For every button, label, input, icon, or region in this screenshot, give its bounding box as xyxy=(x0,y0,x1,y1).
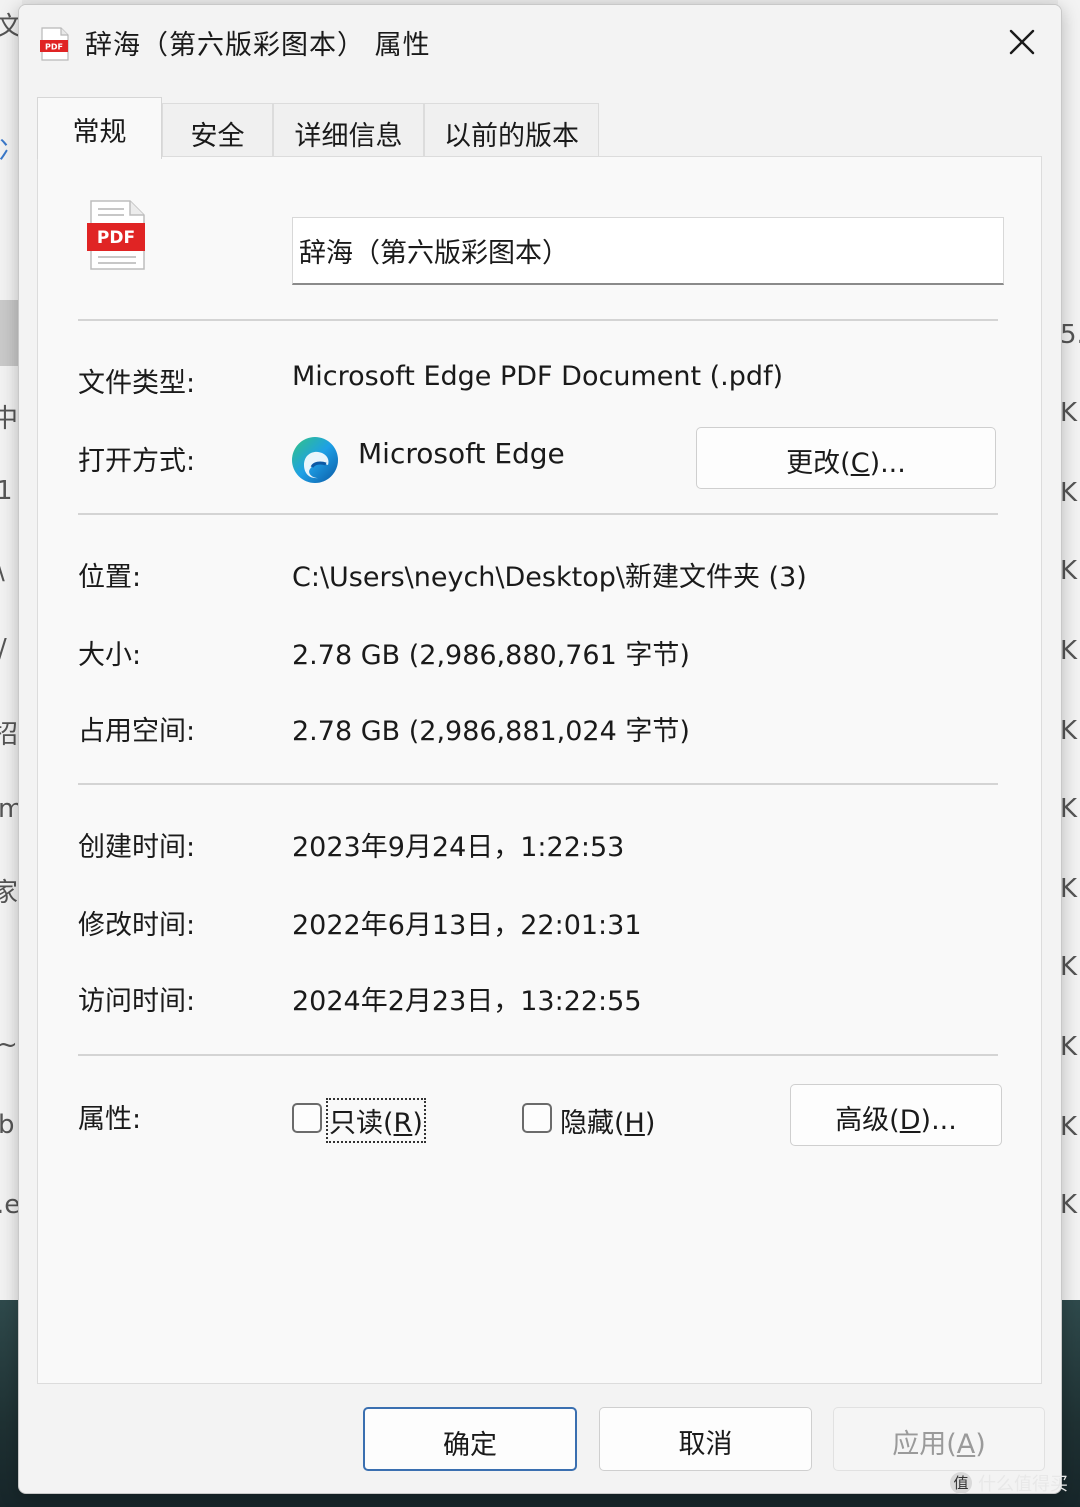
separator xyxy=(78,513,998,515)
background-text: K xyxy=(1060,794,1078,824)
background-text: b xyxy=(0,1110,15,1140)
readonly-checkbox[interactable] xyxy=(292,1103,322,1133)
background-text: K xyxy=(1060,1112,1078,1142)
background-text: K xyxy=(1060,556,1078,586)
modified-value: 2022年6月13日，22:01:31 xyxy=(292,910,642,941)
window-title: 辞海（第六版彩图本） 属性 xyxy=(85,30,431,61)
background-text: K xyxy=(1060,1190,1078,1220)
background-text: K xyxy=(1060,398,1078,428)
readonly-text: ) xyxy=(412,1108,423,1139)
edge-icon xyxy=(292,437,338,483)
advanced-button[interactable]: 高级(D)... xyxy=(790,1084,1002,1146)
advanced-text: 高级( xyxy=(835,1105,900,1136)
size-value: 2.78 GB (2,986,880,761 字节) xyxy=(292,640,690,671)
hidden-text: 隐藏( xyxy=(560,1108,625,1139)
location-value: C:\Users\neych\Desktop\新建文件夹 (3) xyxy=(292,562,807,593)
background-left-selection xyxy=(0,300,18,366)
cancel-button[interactable]: 取消 xyxy=(599,1407,812,1471)
apply-button[interactable]: 应用(A) xyxy=(833,1407,1045,1471)
title-bar[interactable]: PDF 辞海（第六版彩图本） 属性 xyxy=(19,5,1061,81)
file-type-label: 文件类型: xyxy=(78,368,196,399)
watermark-text: 什么值得买 xyxy=(978,1474,1068,1495)
change-button-label: )... xyxy=(869,448,906,479)
separator xyxy=(78,1054,998,1056)
size-on-disk-label: 占用空间: xyxy=(78,716,196,747)
opens-with-label: 打开方式: xyxy=(78,446,196,477)
background-text: 1 xyxy=(0,476,13,506)
apply-accesskey: A xyxy=(956,1429,976,1460)
pdf-file-icon: PDF xyxy=(87,200,145,270)
properties-dialog: PDF 辞海（第六版彩图本） 属性 常规 安全 详细信息 以前的版本 PDF 文… xyxy=(18,4,1062,1494)
svg-text:PDF: PDF xyxy=(45,43,63,52)
general-tab-panel: PDF 文件类型: Microsoft Edge PDF Document (.… xyxy=(37,156,1042,1384)
readonly-text: 只读( xyxy=(329,1108,394,1139)
background-text: 5. xyxy=(1060,320,1080,350)
background-text: K xyxy=(1060,952,1078,982)
tab-security[interactable]: 安全 xyxy=(162,103,273,157)
change-button-accesskey: C xyxy=(850,448,870,479)
watermark: 值 什么值得买 xyxy=(950,1470,1068,1496)
separator xyxy=(78,783,998,785)
background-text: 中 xyxy=(0,404,19,434)
background-text: K xyxy=(1060,874,1078,904)
size-label: 大小: xyxy=(78,640,142,671)
background-text: 招 xyxy=(0,720,19,750)
background-text: K xyxy=(1060,636,1078,666)
tab-previous-versions[interactable]: 以前的版本 xyxy=(424,103,599,157)
attributes-label: 属性: xyxy=(78,1104,142,1135)
tab-details[interactable]: 详细信息 xyxy=(273,103,424,157)
background-text: K xyxy=(1060,478,1078,508)
svg-text:PDF: PDF xyxy=(97,228,135,248)
readonly-accesskey: R xyxy=(393,1108,413,1139)
hidden-checkbox[interactable] xyxy=(522,1103,552,1133)
hidden-label[interactable]: 隐藏(H) xyxy=(560,1101,655,1140)
apply-text: ) xyxy=(975,1429,986,1460)
advanced-accesskey: D xyxy=(899,1105,921,1136)
file-type-value: Microsoft Edge PDF Document (.pdf) xyxy=(292,361,784,392)
file-name-input[interactable] xyxy=(292,217,1004,285)
watermark-badge: 值 xyxy=(950,1472,972,1494)
background-text: \ xyxy=(0,556,5,586)
pdf-file-icon: PDF xyxy=(40,27,69,61)
default-app-name: Microsoft Edge xyxy=(358,437,565,470)
advanced-text: )... xyxy=(920,1105,957,1136)
hidden-accesskey: H xyxy=(624,1108,645,1139)
background-text: 家 xyxy=(0,878,19,908)
ok-button[interactable]: 确定 xyxy=(363,1407,577,1471)
location-label: 位置: xyxy=(78,562,142,593)
change-button-label: 更改( xyxy=(786,448,851,479)
hidden-text: ) xyxy=(644,1108,656,1139)
accessed-label: 访问时间: xyxy=(78,986,196,1017)
created-label: 创建时间: xyxy=(78,832,196,863)
close-icon xyxy=(1009,29,1035,55)
apply-text: 应用( xyxy=(892,1429,957,1460)
background-text: ~ xyxy=(0,1030,18,1060)
change-button[interactable]: 更改(C)... xyxy=(696,427,996,489)
created-value: 2023年9月24日，1:22:53 xyxy=(292,832,625,863)
accessed-value: 2024年2月23日，13:22:55 xyxy=(292,986,642,1017)
background-text: K xyxy=(1060,1032,1078,1062)
readonly-label[interactable]: 只读(R) xyxy=(326,1098,426,1143)
background-text: K xyxy=(1060,716,1078,746)
size-on-disk-value: 2.78 GB (2,986,881,024 字节) xyxy=(292,716,690,747)
modified-label: 修改时间: xyxy=(78,910,196,941)
close-button[interactable] xyxy=(997,19,1047,65)
separator xyxy=(78,319,998,321)
tab-general[interactable]: 常规 xyxy=(37,97,162,159)
